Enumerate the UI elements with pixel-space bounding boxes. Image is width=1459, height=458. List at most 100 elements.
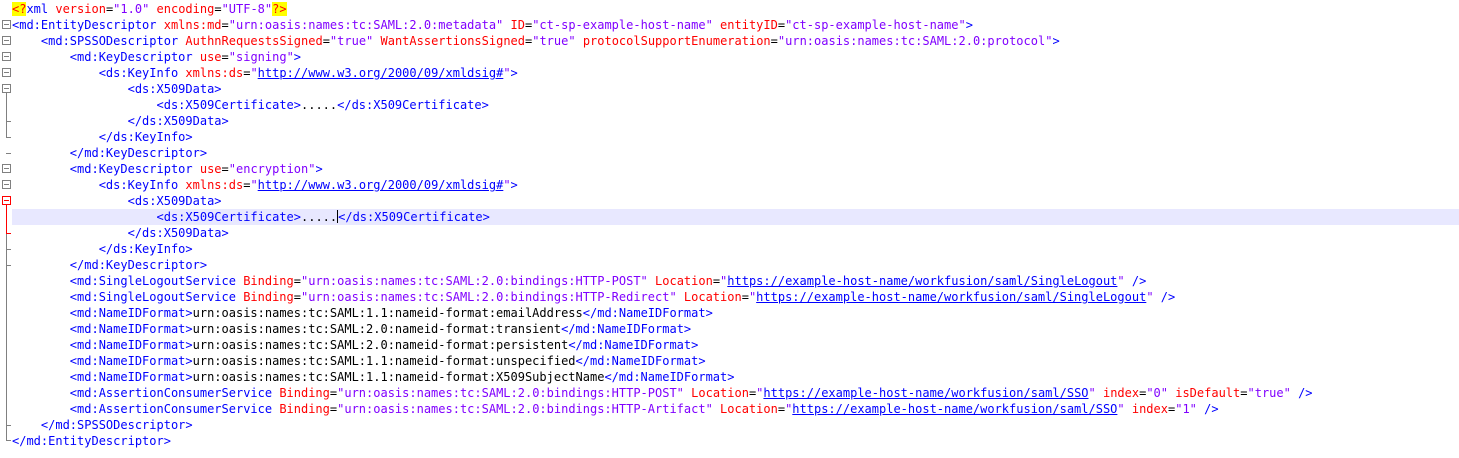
code-token: </ds:KeyInfo> xyxy=(98,242,193,256)
fold-toggle-icon[interactable] xyxy=(2,196,11,205)
code-line[interactable]: <md:KeyDescriptor use="encryption"> xyxy=(12,161,1459,177)
code-line[interactable]: </ds:KeyInfo> xyxy=(12,129,1459,145)
code-line[interactable]: <ds:X509Data> xyxy=(12,81,1459,97)
code-line[interactable]: <md:KeyDescriptor use="signing"> xyxy=(12,49,1459,65)
code-line[interactable]: <ds:KeyInfo xmlns:ds="http://www.w3.org/… xyxy=(12,65,1459,81)
code-line[interactable]: <ds:KeyInfo xmlns:ds="http://www.w3.org/… xyxy=(12,177,1459,193)
code-line[interactable]: <ds:X509Certificate>.....</ds:X509Certif… xyxy=(12,209,1459,225)
code-token: <ds:KeyInfo xyxy=(98,66,186,80)
code-token: </md:NameIDFormat> xyxy=(568,338,699,352)
code-token: > xyxy=(1052,34,1060,48)
code-token: <md:EntityDescriptor xyxy=(12,18,164,32)
code-token: <md:NameIDFormat> xyxy=(69,306,193,320)
code-line[interactable]: <md:AssertionConsumerService Binding = "ur… xyxy=(12,401,1459,417)
code-line[interactable]: <?xml version="1.0" encoding="UTF-8"?> xyxy=(12,1,1459,17)
code-line[interactable]: <md:SingleLogoutService Binding="urn:oas… xyxy=(12,273,1459,289)
code-line[interactable]: </ds:X509Data> xyxy=(12,113,1459,129)
fold-toggle-icon[interactable] xyxy=(2,84,11,93)
code-line[interactable]: </md:KeyDescriptor> xyxy=(12,257,1459,273)
code-token: isDefault xyxy=(1175,386,1241,400)
code-line[interactable]: <md:NameIDFormat>urn:oasis:names:tc:SAML… xyxy=(12,305,1459,321)
code-token: Binding xyxy=(279,386,330,400)
code-token: WantAssertionsSigned xyxy=(380,34,526,48)
code-token: > xyxy=(965,18,973,32)
code-token: "urn:oasis:names:tc:SAML:2.0:bindings:HT… xyxy=(337,402,721,416)
code-line[interactable]: <md:EntityDescriptor xmlns:md="urn:oasis… xyxy=(12,17,1459,33)
code-line[interactable]: <md:NameIDFormat>urn:oasis:names:tc:SAML… xyxy=(12,321,1459,337)
code-token: urn:oasis:names:tc:SAML:2.0:nameid-forma… xyxy=(192,322,562,336)
code-token: "ct-sp-example-host-name" xyxy=(532,18,721,32)
fold-margin[interactable] xyxy=(0,0,12,458)
code-link[interactable]: https://example-host-name/workfusion/sam… xyxy=(727,274,1117,288)
code-line[interactable]: <ds:X509Certificate>.....</ds:X509Certif… xyxy=(12,97,1459,113)
code-link[interactable]: https://example-host-name/workfusion/sam… xyxy=(763,386,1088,400)
code-token: Location xyxy=(683,290,742,304)
code-token: Location xyxy=(655,274,713,288)
code-line[interactable]: <md:NameIDFormat>urn:oasis:names:tc:SAML… xyxy=(12,369,1459,385)
code-line[interactable]: <md:AssertionConsumerService Binding = "ur… xyxy=(12,385,1459,401)
code-token: version xyxy=(55,2,106,16)
code-line[interactable]: </md:EntityDescriptor> xyxy=(12,433,1459,449)
code-token: " xyxy=(250,66,258,80)
code-token: "0" xyxy=(1146,386,1176,400)
code-token: > xyxy=(293,50,302,64)
code-token: "urn:oasis:names:tc:SAML:2.0:bindings:HT… xyxy=(337,386,692,400)
code-token: <ds:X509Certificate> xyxy=(156,98,302,112)
fold-toggle-icon[interactable] xyxy=(2,20,11,29)
code-link[interactable]: https://example-host-name/workfusion/sam… xyxy=(792,402,1117,416)
fold-toggle-icon[interactable] xyxy=(2,180,11,189)
code-token: use xyxy=(199,162,222,176)
fold-line xyxy=(6,205,7,233)
code-token: protocolSupportEnumeration xyxy=(582,34,771,48)
code-token: "urn:oasis:names:tc:SAML:2.0:bindings:HT… xyxy=(301,290,684,304)
code-token: </md:SPSSODescriptor> xyxy=(40,418,193,432)
code-token: </md:NameIDFormat> xyxy=(604,370,735,384)
code-token: "ct-sp-example-host-name" xyxy=(785,18,966,32)
code-token: </md:NameIDFormat> xyxy=(561,322,692,336)
code-token: <md:SPSSODescriptor xyxy=(40,34,186,48)
code-line[interactable]: </md:KeyDescriptor> xyxy=(12,145,1459,161)
code-token: </ds:X509Data> xyxy=(127,114,229,128)
code-token: <md:AssertionConsumerService xyxy=(69,386,280,400)
code-editor[interactable]: <?xml version="1.0" encoding="UTF-8"?> <m… xyxy=(12,1,1459,449)
code-token: <md:NameIDFormat> xyxy=(69,370,193,384)
code-line[interactable]: <md:SingleLogoutService Binding="urn:oas… xyxy=(12,289,1459,305)
fold-toggle-icon[interactable] xyxy=(2,68,11,77)
code-line[interactable]: <md:SPSSODescriptor AuthnRequestsSigned=… xyxy=(12,33,1459,49)
fold-toggle-icon[interactable] xyxy=(2,36,11,45)
code-token: <md:SingleLogoutService xyxy=(69,274,244,288)
code-token: xml xyxy=(26,2,56,16)
fold-end-icon xyxy=(6,265,11,266)
code-link[interactable]: https://example-host-name/workfusion/sam… xyxy=(756,290,1146,304)
fold-toggle-icon[interactable] xyxy=(2,164,11,173)
code-link[interactable]: http://www.w3.org/2000/09/xmldsig# xyxy=(258,178,504,192)
code-token: <md:NameIDFormat> xyxy=(69,338,193,352)
code-line[interactable]: </ds:X509Data> xyxy=(12,225,1459,241)
fold-toggle-icon[interactable] xyxy=(2,52,11,61)
code-line[interactable]: </ds:KeyInfo> xyxy=(12,241,1459,257)
code-token: index xyxy=(1102,386,1140,400)
code-token: = xyxy=(214,2,222,16)
code-token: = xyxy=(777,18,786,32)
code-line[interactable]: </md:SPSSODescriptor> xyxy=(12,417,1459,433)
code-line[interactable]: <ds:X509Data> xyxy=(12,193,1459,209)
code-line[interactable]: <md:NameIDFormat>urn:oasis:names:tc:SAML… xyxy=(12,337,1459,353)
code-link[interactable]: http://www.w3.org/2000/09/xmldsig# xyxy=(258,66,504,80)
code-token: Binding xyxy=(243,274,294,288)
fold-end-icon xyxy=(6,249,11,250)
code-token: > xyxy=(510,178,518,192)
code-token: = xyxy=(322,34,330,48)
code-token: </ds:X509Certificate> xyxy=(337,98,489,112)
code-token: "encryption" xyxy=(228,162,316,176)
code-line[interactable]: <md:NameIDFormat>urn:oasis:names:tc:SAML… xyxy=(12,353,1459,369)
